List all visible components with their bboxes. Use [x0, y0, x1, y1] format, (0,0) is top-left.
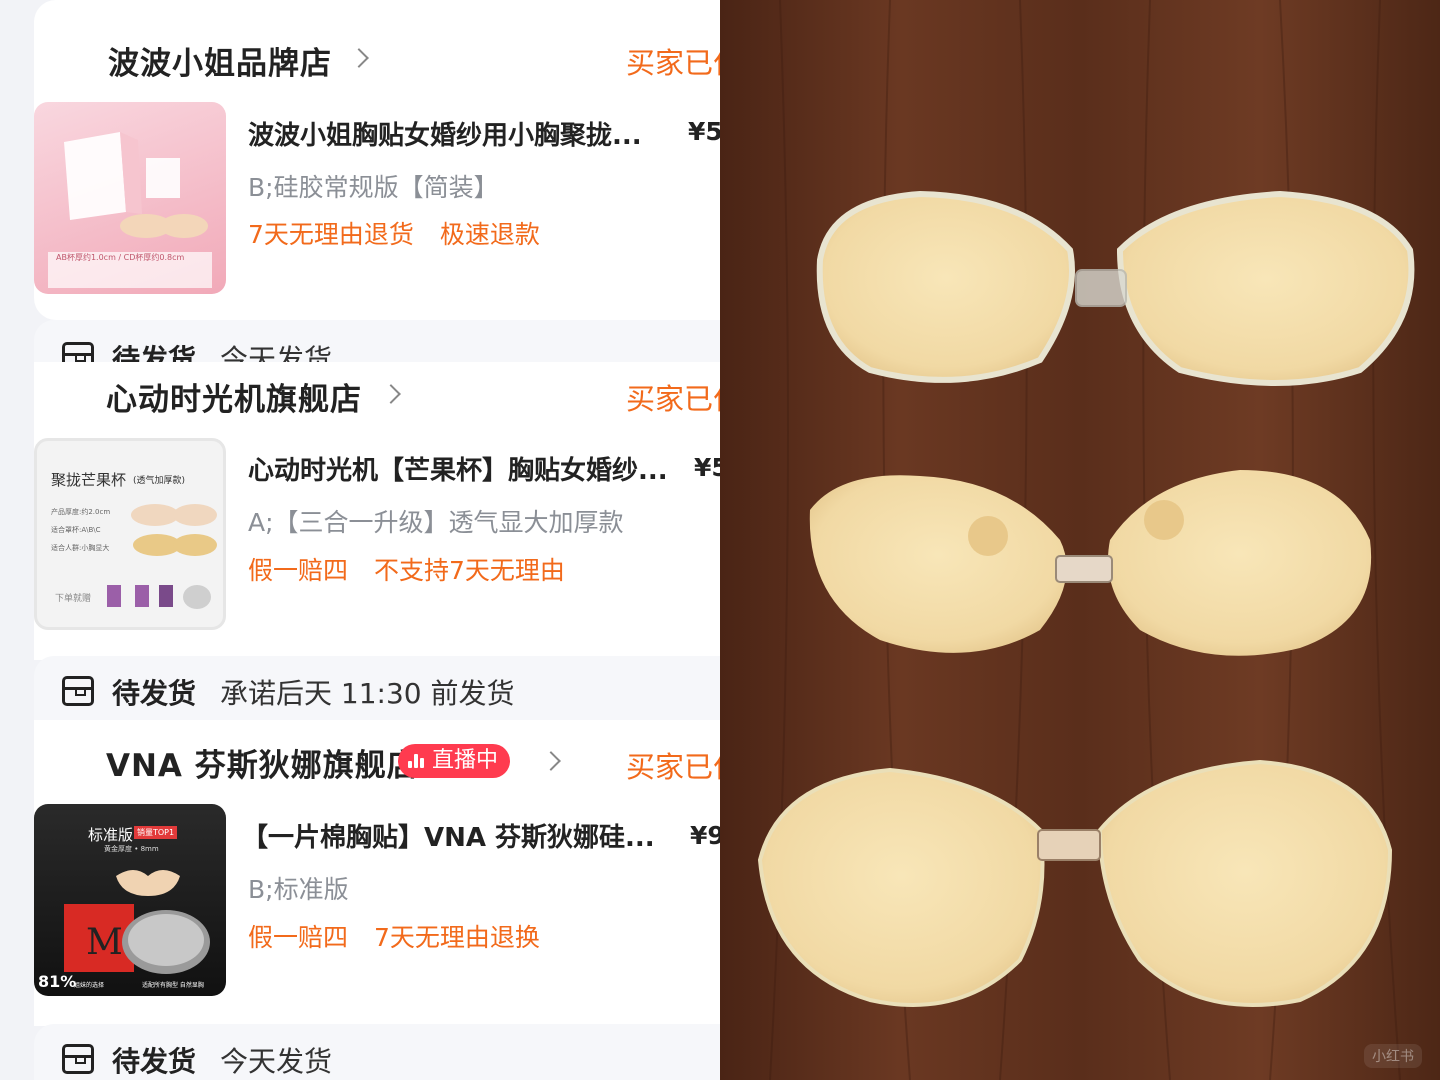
thumb-size-note: AB杯厚约1.0cm / CD杯厚约0.8cm: [56, 253, 185, 262]
product-thumbnail[interactable]: 标准版 销量TOP1 黄金厚度 • 8mm M 81% 姐妹的选择 适配所有胸型…: [34, 804, 226, 996]
product-variant: B;硅胶常规版【简装】: [248, 173, 499, 202]
service-tag: 7天无理由退换: [373, 923, 540, 952]
shipping-strip: 待发货 今天发货: [34, 320, 720, 362]
product-title[interactable]: 波波小姐胸贴女婚纱用小胸聚拢...: [248, 115, 642, 152]
pink-package-image: [48, 132, 212, 288]
shipping-strip: 待发货 承诺后天 11:30 前发货: [34, 656, 720, 720]
shipping-strip: 待发货 今天发货: [34, 1024, 720, 1080]
product-price: ¥5: [688, 117, 720, 146]
product-photo: 小红书: [720, 0, 1440, 1080]
silicone-bras-on-wood-photo: [720, 0, 1440, 1080]
service-tag: 不支持7天无理由: [373, 556, 565, 585]
product-variant: A;【三合一升级】透气显大加厚款: [248, 508, 624, 537]
product-price: ¥5: [694, 453, 720, 482]
product-variant: B;标准版: [248, 875, 349, 904]
shipping-promise: 今天发货: [220, 343, 333, 362]
package-icon: [62, 676, 94, 706]
service-tags: 假一赔四 7天无理由退换: [248, 918, 558, 954]
product-row[interactable]: 标准版 销量TOP1 黄金厚度 • 8mm M 81% 姐妹的选择 适配所有胸型…: [34, 720, 720, 1026]
thumb-note: 适配所有胸型 自然显胸: [142, 982, 204, 989]
order-list-screenshot: 波波小姐品牌店 买家已付款 AB杯厚约1.0cm / CD杯厚约0.8cm 波波…: [0, 0, 720, 1080]
product-thumbnail[interactable]: AB杯厚约1.0cm / CD杯厚约0.8cm: [34, 102, 226, 294]
shipping-status: 待发货: [112, 677, 197, 710]
service-tags: 假一赔四 不支持7天无理由: [248, 551, 583, 587]
svg-text:M: M: [86, 922, 123, 963]
thumb-footer: 下单就赠: [55, 594, 92, 604]
service-tag: 假一赔四: [248, 556, 349, 585]
thumb-percent-note: 姐妹的选择: [74, 982, 105, 989]
product-row[interactable]: AB杯厚约1.0cm / CD杯厚约0.8cm 波波小姐胸贴女婚纱用小胸聚拢..…: [34, 0, 720, 320]
product-row[interactable]: 聚拢芒果杯 (透气加厚款) 产品厚度:约2.0cm 适合罩杯:A\B\C 适合人…: [34, 362, 720, 660]
package-icon: [62, 1044, 94, 1074]
thumb-percent: 81%: [38, 972, 77, 991]
service-tag: 极速退款: [439, 220, 540, 249]
product-title[interactable]: 【一片棉胸贴】VNA 芬斯狄娜硅...: [242, 817, 655, 854]
package-icon: [62, 342, 94, 362]
service-tags: 7天无理由退货 极速退款: [248, 215, 558, 251]
shipping-status: 待发货: [112, 343, 197, 362]
shipping-promise: 承诺后天 11:30 前发货: [220, 677, 515, 710]
watermark: 小红书: [1364, 1044, 1422, 1068]
service-tag: 7天无理由退货: [248, 220, 414, 249]
product-thumbnail[interactable]: 聚拢芒果杯 (透气加厚款) 产品厚度:约2.0cm 适合罩杯:A\B\C 适合人…: [34, 438, 226, 630]
product-price: ¥9: [690, 821, 720, 850]
shipping-promise: 今天发货: [220, 1045, 333, 1078]
service-tag: 假一赔四: [248, 923, 349, 952]
shipping-status: 待发货: [112, 1045, 197, 1078]
vna-package-image: M: [64, 870, 210, 974]
product-title[interactable]: 心动时光机【芒果杯】胸贴女婚纱...: [248, 450, 668, 487]
